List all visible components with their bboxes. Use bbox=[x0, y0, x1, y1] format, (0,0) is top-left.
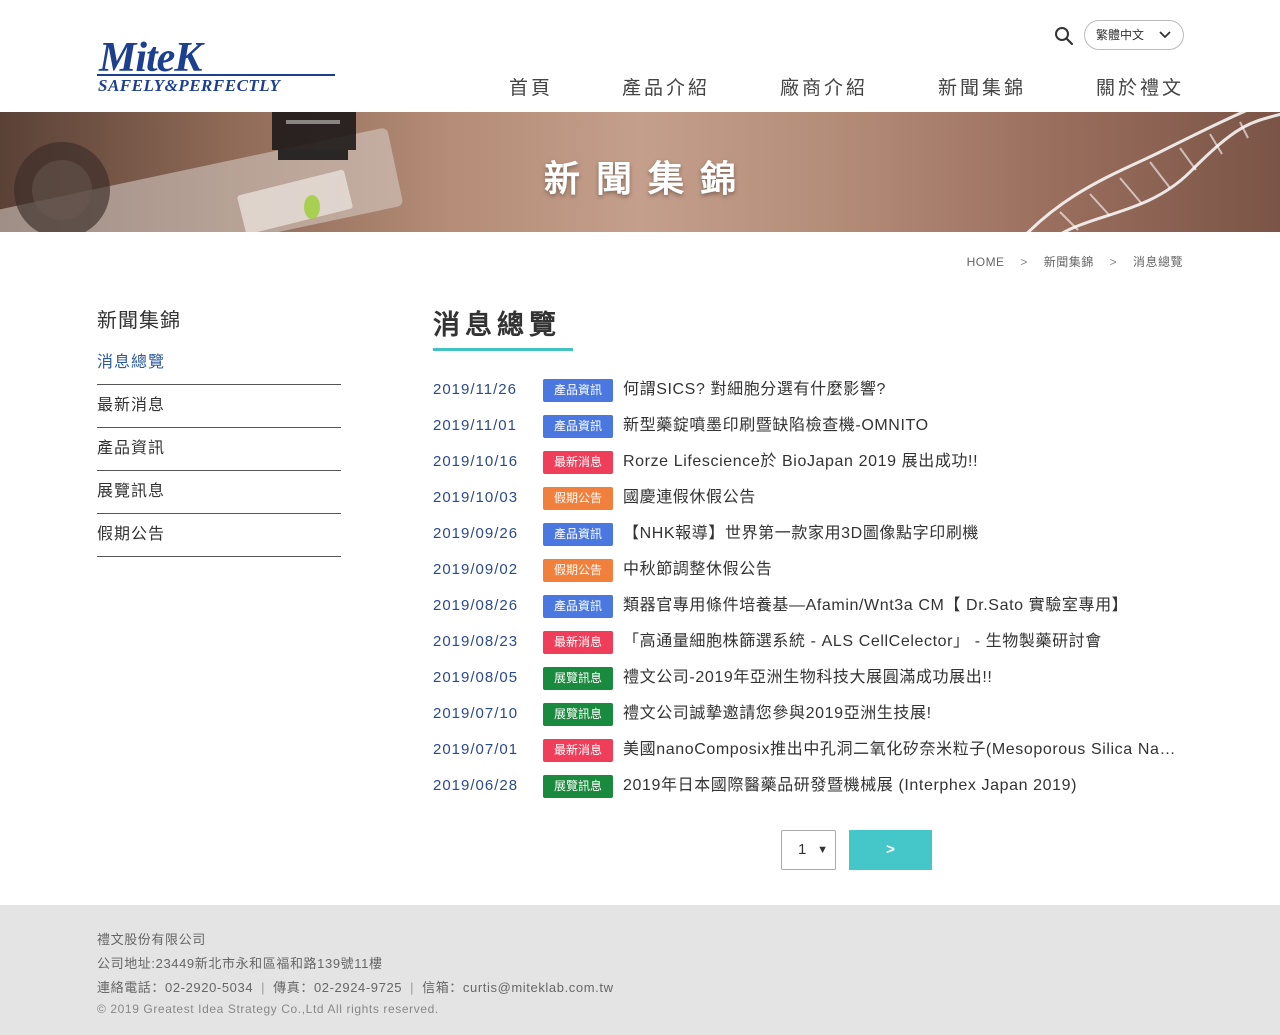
breadcrumb-separator: > bbox=[1109, 255, 1118, 269]
news-date: 2019/10/16 bbox=[433, 453, 519, 470]
sidebar-item-exhibitions[interactable]: 展覽訊息 bbox=[97, 471, 341, 514]
page-select[interactable]: 1 ▼ bbox=[781, 830, 836, 870]
nav-products[interactable]: 產品介紹 bbox=[622, 73, 710, 100]
news-category-badge: 最新消息 bbox=[543, 451, 613, 474]
news-date: 2019/08/05 bbox=[433, 669, 519, 686]
news-title-link[interactable]: 類器官專用條件培養基—Afamin/Wnt3a CM【 Dr.Sato 實驗室專… bbox=[623, 588, 1183, 624]
news-date: 2019/11/01 bbox=[433, 417, 517, 434]
news-title-link[interactable]: 中秋節調整休假公告 bbox=[623, 552, 1183, 588]
title-underline bbox=[433, 348, 573, 351]
mitek-logo[interactable]: MiteK SAFELY&PERFECTLY bbox=[97, 35, 337, 96]
news-category-badge: 產品資訊 bbox=[543, 523, 613, 546]
news-row[interactable]: 2019/08/05 展覽訊息 禮文公司-2019年亞洲生物科技大展圓滿成功展出!! bbox=[433, 660, 1183, 696]
breadcrumb: HOME > 新聞集錦 > 消息總覽 bbox=[967, 253, 1183, 270]
news-row[interactable]: 2019/10/03 假期公告 國慶連假休假公告 bbox=[433, 480, 1183, 516]
chevron-down-icon bbox=[1159, 31, 1171, 39]
news-title-link[interactable]: 【NHK報導】世界第一款家用3D圖像點字印刷機 bbox=[623, 516, 1183, 552]
news-date: 2019/08/26 bbox=[433, 597, 519, 614]
sidebar-item-overview[interactable]: 消息總覽 bbox=[97, 342, 341, 385]
news-category-badge: 假期公告 bbox=[543, 487, 613, 510]
news-date: 2019/10/03 bbox=[433, 489, 519, 506]
news-row[interactable]: 2019/10/16 最新消息 Rorze Lifescience於 BioJapa… bbox=[433, 444, 1183, 480]
news-date: 2019/07/10 bbox=[433, 705, 519, 722]
news-row[interactable]: 2019/11/01 產品資訊 新型藥錠噴墨印刷暨缺陷檢查機-OMNITO bbox=[433, 408, 1183, 444]
news-date: 2019/08/23 bbox=[433, 633, 519, 650]
page-select-value: 1 bbox=[798, 841, 807, 858]
news-row[interactable]: 2019/06/28 展覽訊息 2019年日本國際醫藥品研發暨機械展 (Interp… bbox=[433, 768, 1183, 804]
news-row[interactable]: 2019/11/26 產品資訊 何謂SICS? 對細胞分選有什麼影響? bbox=[433, 372, 1183, 408]
news-category-badge: 展覽訊息 bbox=[543, 775, 613, 798]
news-title-link[interactable]: 2019年日本國際醫藥品研發暨機械展 (Interphex Japan 2019… bbox=[623, 768, 1183, 804]
breadcrumb-home[interactable]: HOME bbox=[967, 255, 1005, 269]
sidebar-title: 新聞集錦 bbox=[97, 310, 181, 332]
footer-separator: | bbox=[261, 980, 266, 995]
news-row[interactable]: 2019/07/10 展覽訊息 禮文公司誠摯邀請您參與2019亞洲生技展! bbox=[433, 696, 1183, 732]
sidebar-menu: 消息總覽 最新消息 產品資訊 展覽訊息 假期公告 bbox=[97, 342, 341, 557]
footer-contact: 連絡電話：02-2920-5034 | 傳真：02-2924-9725 | 信箱：cur… bbox=[97, 977, 614, 996]
logo-tagline: SAFELY&PERFECTLY bbox=[98, 76, 281, 95]
news-date: 2019/09/02 bbox=[433, 561, 519, 578]
news-row[interactable]: 2019/07/01 最新消息 美國nanoComposix推出中孔洞二氧化矽奈米粒… bbox=[433, 732, 1183, 768]
site-footer: 禮文股份有限公司 公司地址:23449新北市永和區福和路139號11樓 連絡電話… bbox=[0, 905, 1280, 1035]
nav-about[interactable]: 關於禮文 bbox=[1096, 73, 1184, 100]
news-row[interactable]: 2019/09/02 假期公告 中秋節調整休假公告 bbox=[433, 552, 1183, 588]
footer-phone: 連絡電話：02-2920-5034 bbox=[97, 980, 254, 995]
breadcrumb-current: 消息總覽 bbox=[1132, 255, 1183, 269]
news-category-badge: 展覽訊息 bbox=[543, 703, 613, 726]
page-banner: 新聞集錦 bbox=[0, 112, 1280, 232]
sidebar-item-product-info[interactable]: 產品資訊 bbox=[97, 428, 341, 471]
news-category-badge: 產品資訊 bbox=[543, 379, 613, 402]
news-title-link[interactable]: 國慶連假休假公告 bbox=[623, 480, 1183, 516]
news-category-badge: 最新消息 bbox=[543, 631, 613, 654]
sidebar-item-holidays[interactable]: 假期公告 bbox=[97, 514, 341, 557]
search-icon[interactable] bbox=[1054, 26, 1074, 46]
news-category-badge: 產品資訊 bbox=[543, 595, 613, 618]
news-date: 2019/09/26 bbox=[433, 525, 519, 542]
news-row[interactable]: 2019/09/26 產品資訊 【NHK報導】世界第一款家用3D圖像點字印刷機 bbox=[433, 516, 1183, 552]
news-date: 2019/06/28 bbox=[433, 777, 519, 794]
news-category-badge: 最新消息 bbox=[543, 739, 613, 762]
news-list: 2019/11/26 產品資訊 何謂SICS? 對細胞分選有什麼影響? 2019/11… bbox=[433, 372, 1183, 804]
caret-down-icon: ▼ bbox=[817, 844, 828, 856]
page-title: 消息總覽 bbox=[433, 310, 561, 340]
site-header: MiteK SAFELY&PERFECTLY 繁體中文 首頁 產品介紹 廠商介紹… bbox=[0, 0, 1280, 112]
language-select[interactable]: 繁體中文 bbox=[1084, 20, 1184, 50]
news-row[interactable]: 2019/08/23 最新消息 「高通量細胞株篩選系統 - ALS CellCele… bbox=[433, 624, 1183, 660]
footer-email[interactable]: 信箱：curtis@miteklab.com.tw bbox=[422, 980, 613, 995]
next-page-button[interactable]: > bbox=[849, 830, 932, 870]
news-category-badge: 展覽訊息 bbox=[543, 667, 613, 690]
news-title-link[interactable]: Rorze Lifescience於 BioJapan 2019 展出成功!! bbox=[623, 444, 1183, 480]
nav-home[interactable]: 首頁 bbox=[509, 73, 553, 100]
news-title-link[interactable]: 禮文公司誠摯邀請您參與2019亞洲生技展! bbox=[623, 696, 1183, 732]
footer-fax: 傳真：02-2924-9725 bbox=[273, 980, 403, 995]
breadcrumb-separator: > bbox=[1020, 255, 1028, 269]
nav-vendors[interactable]: 廠商介紹 bbox=[780, 73, 868, 100]
breadcrumb-section[interactable]: 新聞集錦 bbox=[1044, 253, 1094, 270]
footer-copyright: © 2019 Greatest Idea Strategy Co.,Ltd Al… bbox=[97, 1002, 439, 1016]
nav-news[interactable]: 新聞集錦 bbox=[938, 73, 1026, 100]
news-title-link[interactable]: 禮文公司-2019年亞洲生物科技大展圓滿成功展出!! bbox=[623, 660, 1183, 696]
news-title-link[interactable]: 何謂SICS? 對細胞分選有什麼影響? bbox=[623, 372, 1183, 408]
footer-separator: | bbox=[410, 980, 415, 995]
language-select-value: 繁體中文 bbox=[1096, 28, 1145, 42]
banner-title: 新聞集錦 bbox=[543, 158, 752, 199]
news-title-link[interactable]: 美國nanoComposix推出中孔洞二氧化矽奈米粒子(Mesoporous S… bbox=[623, 732, 1183, 768]
sidebar-item-latest-news[interactable]: 最新消息 bbox=[97, 385, 341, 428]
news-date: 2019/11/26 bbox=[433, 381, 517, 398]
news-title-link[interactable]: 新型藥錠噴墨印刷暨缺陷檢查機-OMNITO bbox=[623, 408, 1183, 444]
news-category-badge: 產品資訊 bbox=[543, 415, 613, 438]
news-date: 2019/07/01 bbox=[433, 741, 519, 758]
footer-address: 公司地址:23449新北市永和區福和路139號11樓 bbox=[97, 956, 383, 971]
footer-company: 禮文股份有限公司 bbox=[97, 932, 206, 947]
news-category-badge: 假期公告 bbox=[543, 559, 613, 582]
news-title-link[interactable]: 「高通量細胞株篩選系統 - ALS CellCelector」 - 生物製藥研討… bbox=[623, 624, 1183, 660]
news-row[interactable]: 2019/08/26 產品資訊 類器官專用條件培養基—Afamin/Wnt3a CM… bbox=[433, 588, 1183, 624]
